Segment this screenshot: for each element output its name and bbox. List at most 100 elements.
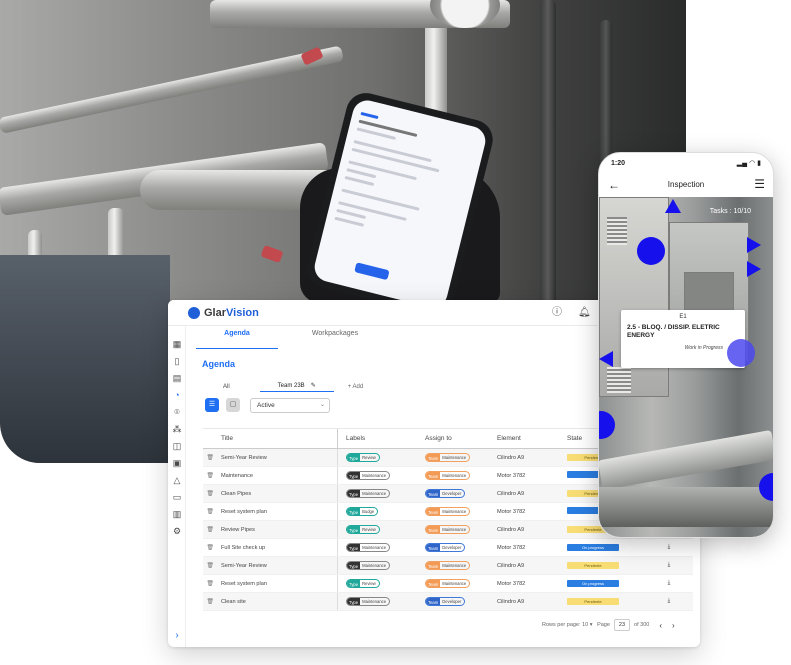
status-badge: Pendente (567, 562, 619, 569)
tab-workpackages[interactable]: Workpackages (280, 328, 390, 346)
label-chip[interactable]: Type Maintenance (346, 543, 391, 552)
next-page-icon[interactable]: › (672, 621, 675, 630)
calendar-view-button[interactable]: ▢ (226, 398, 240, 412)
download-icon[interactable]: ⤓ (647, 580, 691, 587)
task-card[interactable]: E1 2.5 - BLOQ. / DISSIP. ELETRIC ENERGY … (621, 310, 745, 368)
label-chip[interactable]: Type Maintenance (346, 597, 391, 606)
location-icon[interactable]: ⌾ (168, 404, 186, 421)
battery-icon: ▂▄ ◠ ▮ (736, 160, 761, 167)
status-badge: On progress (567, 580, 619, 587)
calendar-icon[interactable]: ▣ (168, 455, 186, 472)
bell-icon[interactable]: 🔔︎ (578, 307, 591, 319)
filter-team[interactable]: Team 23B ✎ (259, 382, 334, 392)
clock-icon[interactable]: ◔ (168, 387, 186, 404)
trash-icon[interactable]: 🗑︎ (203, 563, 217, 569)
filter-all[interactable]: All (223, 384, 230, 390)
book-icon[interactable]: ◫ (168, 438, 186, 455)
label-value: Maintenance (362, 545, 387, 550)
pencil-icon[interactable]: ✎ (311, 383, 316, 389)
expand-sidebar-icon[interactable]: › (168, 630, 186, 641)
download-icon[interactable]: ⤓ (647, 562, 691, 569)
assign-chip[interactable]: Team Maintenance (425, 561, 471, 570)
assign-chip[interactable]: Team Maintenance (425, 453, 471, 462)
assign-chip[interactable]: Team Developer (425, 489, 466, 498)
assign-chip[interactable]: Team Maintenance (425, 471, 471, 480)
prev-page-icon[interactable]: ‹ (659, 621, 662, 630)
brand-logo[interactable]: GlarVision (188, 307, 259, 319)
col-title[interactable]: Title (217, 435, 337, 442)
trash-icon[interactable]: 🗑︎ (203, 599, 217, 605)
assign-chip[interactable]: Team Maintenance (425, 507, 471, 516)
trash-icon[interactable]: 🗑︎ (203, 455, 217, 461)
marker-pin[interactable] (637, 237, 665, 265)
label-key: Type (347, 472, 361, 479)
assign-value: Maintenance (442, 581, 467, 586)
list-doc-icon[interactable]: ▤ (168, 370, 186, 387)
assign-chip[interactable]: Team Developer (425, 543, 466, 552)
col-element[interactable]: Element (497, 435, 567, 442)
assign-key: Team (426, 580, 441, 587)
label-chip[interactable]: Type Maintenance (346, 489, 391, 498)
assign-chip[interactable]: Team Developer (425, 597, 466, 606)
label-chip[interactable]: Type Maintenance (346, 471, 391, 480)
document-icon[interactable]: ▯ (168, 353, 186, 370)
row-element: Cilindro A9 (497, 526, 525, 533)
trash-icon[interactable]: 🗑︎ (203, 491, 217, 497)
assign-value: Developer (442, 545, 462, 550)
marker-triangle-right[interactable] (747, 237, 761, 253)
row-element: Cilindro A9 (497, 490, 525, 497)
assign-value: Maintenance (442, 473, 467, 478)
label-chip[interactable]: Type Budge (346, 507, 379, 516)
status-select[interactable]: Active ⌄ (250, 398, 330, 413)
label-chip[interactable]: Type Review (346, 579, 380, 588)
trash-icon[interactable]: 🗑︎ (203, 473, 217, 479)
trash-icon[interactable]: 🗑︎ (203, 527, 217, 533)
label-value: Maintenance (362, 563, 387, 568)
label-key: Type (347, 580, 361, 587)
marker-triangle-right[interactable] (747, 261, 761, 277)
archive-icon[interactable]: ▥ (168, 506, 186, 523)
label-chip[interactable]: Type Maintenance (346, 561, 391, 570)
gear-icon[interactable]: ⚙ (168, 523, 186, 540)
col-assign[interactable]: Assign to (425, 435, 497, 442)
grid-icon[interactable]: ▦ (168, 336, 186, 353)
row-element: Motor 3782 (497, 472, 526, 479)
assign-key: Team (426, 544, 441, 551)
assign-chip[interactable]: Team Maintenance (425, 579, 471, 588)
col-labels[interactable]: Labels (337, 429, 425, 448)
trash-icon[interactable]: 🗑︎ (203, 545, 217, 551)
assign-chip[interactable]: Team Maintenance (425, 525, 471, 534)
page-input[interactable]: 23 (613, 619, 631, 631)
network-icon[interactable]: ⁂ (168, 421, 186, 438)
label-chip[interactable]: Type Review (346, 453, 380, 462)
add-filter-button[interactable]: + Add (348, 384, 364, 390)
table-row[interactable]: 🗑︎ Semi-Year Review Type Maintenance Team Mai… (203, 557, 693, 575)
marker-triangle-up[interactable] (665, 199, 681, 213)
info-icon[interactable]: ⓘ (552, 307, 562, 319)
page-label: Page (597, 622, 610, 628)
table-row[interactable]: 🗑︎ Full Site check up Type Maintenance Team D… (203, 539, 693, 557)
trash-icon[interactable]: 🗑︎ (203, 509, 217, 515)
assign-value: Developer (442, 599, 462, 604)
menu-icon[interactable]: ☰ (754, 177, 765, 191)
list-view-button[interactable]: ☰ (205, 398, 219, 412)
table-row[interactable]: 🗑︎ Clean site Type Maintenance Team Developer… (203, 593, 693, 611)
label-chip[interactable]: Type Review (346, 525, 380, 534)
brand-text: Glar (204, 307, 227, 319)
table-row[interactable]: 🗑︎ Reset system plan Type Review Team Mainten… (203, 575, 693, 593)
assign-key: Team (426, 472, 441, 479)
assign-key: Team (426, 454, 441, 461)
marker-pin[interactable] (727, 339, 755, 367)
task-status: Work in Progress (684, 345, 723, 351)
label-value: Maintenance (362, 491, 387, 496)
warning-icon[interactable]: △ (168, 472, 186, 489)
assign-key: Team (426, 526, 441, 533)
form-icon[interactable]: ▭ (168, 489, 186, 506)
label-key: Type (347, 508, 361, 515)
trash-icon[interactable]: 🗑︎ (203, 581, 217, 587)
download-icon[interactable]: ⤓ (647, 544, 691, 551)
tab-agenda[interactable]: Agenda (194, 328, 280, 349)
download-icon[interactable]: ⤓ (647, 598, 691, 605)
marker-triangle-left[interactable] (599, 351, 613, 367)
status-badge: On progress (567, 544, 619, 551)
